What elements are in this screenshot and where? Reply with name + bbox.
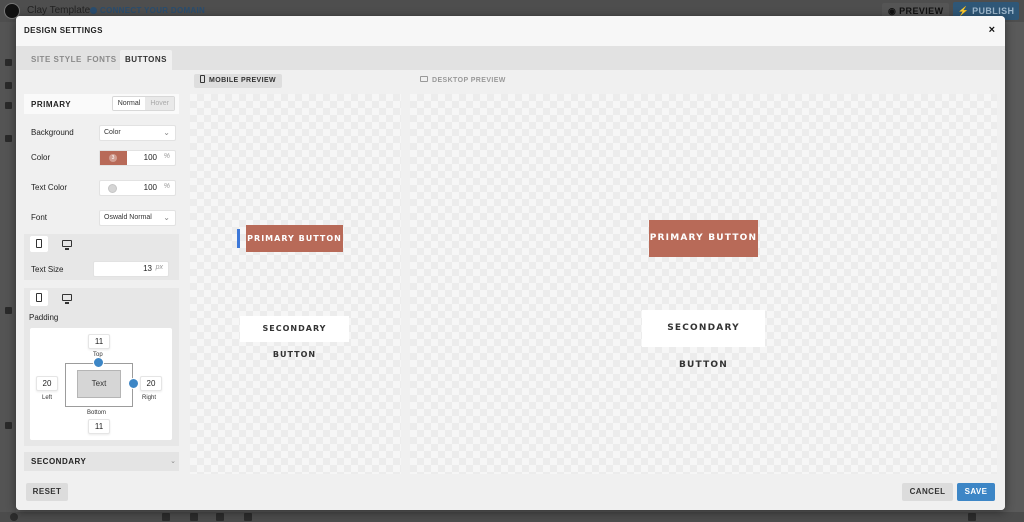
primary-section-title: PRIMARY bbox=[31, 100, 72, 109]
chevron-down-icon: ⌄ bbox=[163, 128, 170, 137]
monitor-icon bbox=[62, 240, 72, 250]
desktop-device-button[interactable] bbox=[58, 290, 76, 306]
desktop-icon[interactable] bbox=[216, 513, 224, 521]
help-icon[interactable] bbox=[10, 513, 18, 521]
mobile-secondary-button[interactable]: SECONDARY BUTTON bbox=[240, 316, 349, 359]
connect-domain-link[interactable]: CONNECT YOUR DOMAIN bbox=[90, 6, 205, 15]
padding-box-diagram: Text bbox=[65, 363, 133, 407]
desktop-primary-button[interactable]: PRIMARY BUTTON bbox=[649, 220, 758, 257]
swatch-number: 3 bbox=[109, 154, 117, 162]
padding-label: Padding bbox=[29, 313, 59, 322]
left-toolbar bbox=[0, 22, 16, 512]
background-label: Background bbox=[31, 128, 74, 137]
eye-icon: ◉ bbox=[888, 6, 900, 16]
reset-button[interactable]: RESET bbox=[26, 483, 68, 501]
selection-indicator bbox=[237, 229, 240, 248]
phone-icon bbox=[200, 75, 205, 83]
text-color-swatch[interactable] bbox=[100, 181, 127, 195]
state-toggle: Normal Hover bbox=[111, 96, 175, 111]
gear-icon[interactable] bbox=[5, 59, 12, 66]
tab-buttons[interactable]: BUTTONS bbox=[120, 50, 173, 70]
link-vertical-icon[interactable] bbox=[93, 357, 104, 368]
padding-right-input[interactable]: 20 bbox=[140, 376, 162, 391]
settings-tabs: SITE STYLE FONTS BUTTONS bbox=[16, 46, 1005, 70]
mobile-device-button[interactable] bbox=[30, 290, 48, 306]
phone-icon bbox=[36, 239, 42, 248]
font-select[interactable]: Oswald Normal ⌄ bbox=[99, 210, 176, 226]
copy-icon[interactable] bbox=[5, 135, 12, 142]
color-opacity-unit: % bbox=[163, 153, 170, 160]
modal-title: DESIGN SETTINGS bbox=[24, 26, 103, 35]
mobile-preview-tab[interactable]: MOBILE PREVIEW bbox=[194, 74, 283, 88]
font-label: Font bbox=[31, 213, 48, 222]
chevron-down-icon: ⌄ bbox=[163, 213, 170, 222]
chevron-down-icon: ⌄ bbox=[170, 458, 176, 465]
bolt-icon: ⚡ bbox=[957, 6, 973, 16]
padding-device-box: Padding 11 Top Text 20 Left 20 Right Bot… bbox=[24, 288, 179, 446]
phone-icon bbox=[36, 293, 42, 302]
background-select[interactable]: Color ⌄ bbox=[99, 125, 176, 141]
text-size-unit: px bbox=[155, 264, 163, 271]
tab-fonts[interactable]: FONTS bbox=[82, 50, 122, 70]
mobile-primary-button[interactable]: PRIMARY BUTTON bbox=[246, 225, 343, 252]
padding-bottom-label: Bottom bbox=[87, 410, 107, 416]
text-color-field[interactable]: 100 % bbox=[99, 180, 176, 196]
save-button[interactable]: SAVE bbox=[957, 483, 995, 501]
modal-footer: RESET CANCEL SAVE bbox=[16, 474, 1005, 510]
text-color-opacity-value[interactable]: 100 bbox=[144, 183, 157, 192]
button-settings-panel: PRIMARY Normal Hover Background Color ⌄ C… bbox=[24, 94, 179, 474]
pen-icon[interactable] bbox=[5, 82, 12, 89]
page-icon[interactable] bbox=[5, 102, 12, 109]
padding-top-input[interactable]: 11 bbox=[88, 334, 110, 349]
mobile-device-button[interactable] bbox=[30, 236, 48, 252]
padding-editor: 11 Top Text 20 Left 20 Right Bottom 11 bbox=[30, 328, 172, 440]
globe-icon bbox=[90, 7, 97, 14]
primary-section-header[interactable]: PRIMARY Normal Hover bbox=[24, 94, 179, 114]
grid-icon[interactable] bbox=[244, 513, 252, 521]
layout-icon[interactable] bbox=[162, 513, 170, 521]
desktop-device-button[interactable] bbox=[58, 236, 76, 252]
text-size-value: 13 bbox=[143, 264, 152, 273]
monitor-icon bbox=[420, 76, 428, 82]
close-icon[interactable]: × bbox=[989, 24, 995, 36]
color-field[interactable]: 3 100 % bbox=[99, 150, 176, 166]
white-swatch-icon bbox=[108, 184, 117, 193]
desktop-secondary-button[interactable]: SECONDARY BUTTON bbox=[642, 310, 765, 370]
text-size-label: Text Size bbox=[31, 265, 64, 274]
secondary-section-header[interactable]: SECONDARY ⌄ bbox=[24, 452, 179, 471]
state-hover-option[interactable]: Hover bbox=[145, 97, 174, 110]
text-color-label: Text Color bbox=[31, 183, 68, 192]
panel-icon[interactable] bbox=[5, 422, 12, 429]
color-swatch[interactable]: 3 bbox=[100, 151, 127, 165]
cancel-button[interactable]: CANCEL bbox=[902, 483, 953, 501]
design-settings-modal: DESIGN SETTINGS × SITE STYLE FONTS BUTTO… bbox=[16, 16, 1005, 510]
desktop-preview-tab[interactable]: DESKTOP PREVIEW bbox=[414, 74, 512, 88]
settings-icon[interactable] bbox=[968, 513, 976, 521]
text-size-input[interactable]: 13 px bbox=[93, 261, 169, 277]
secondary-section-title: SECONDARY bbox=[31, 457, 87, 466]
desktop-preview-canvas: PRIMARY BUTTON SECONDARY BUTTON bbox=[410, 94, 997, 474]
padding-bottom-input[interactable]: 11 bbox=[88, 419, 110, 434]
monitor-icon bbox=[62, 294, 72, 304]
app-title: Clay Template bbox=[27, 5, 91, 16]
mobile-preview-canvas: PRIMARY BUTTON SECONDARY BUTTON bbox=[190, 94, 401, 474]
state-normal-option[interactable]: Normal bbox=[112, 97, 146, 110]
mobile-icon[interactable] bbox=[190, 513, 198, 521]
tab-site-style[interactable]: SITE STYLE bbox=[26, 50, 87, 70]
text-size-device-box: Text Size 13 px bbox=[24, 234, 179, 280]
text-color-opacity-unit: % bbox=[163, 183, 170, 190]
padding-left-input[interactable]: 20 bbox=[36, 376, 58, 391]
modal-header: DESIGN SETTINGS × bbox=[16, 16, 1005, 46]
bottom-toolbar bbox=[0, 512, 1024, 522]
padding-left-label: Left bbox=[42, 395, 53, 401]
color-label: Color bbox=[31, 153, 51, 162]
color-opacity-value[interactable]: 100 bbox=[144, 153, 157, 162]
link-horizontal-icon[interactable] bbox=[128, 378, 139, 389]
padding-inner-text: Text bbox=[77, 370, 121, 398]
layout-icon[interactable] bbox=[5, 307, 12, 314]
padding-right-label: Right bbox=[142, 395, 157, 401]
